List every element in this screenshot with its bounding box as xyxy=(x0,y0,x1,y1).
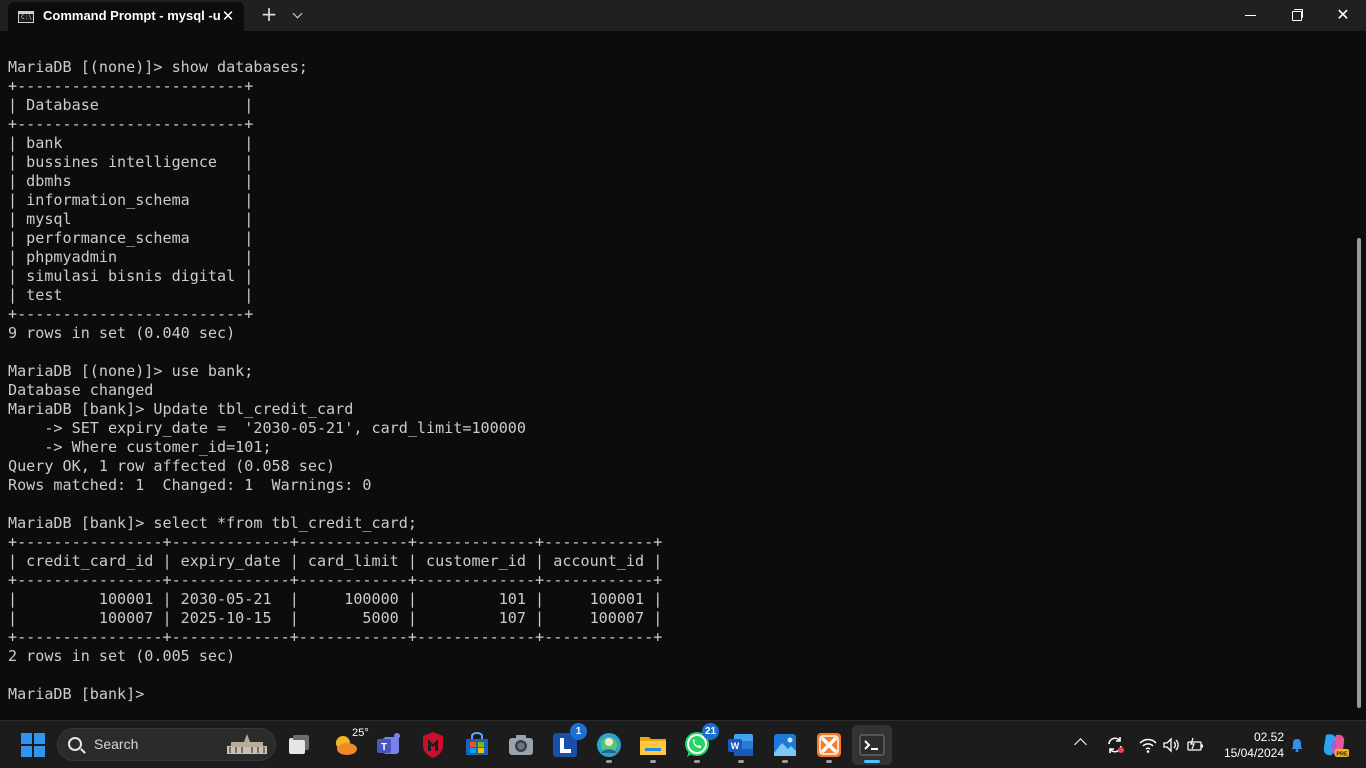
word-icon[interactable]: W xyxy=(725,729,757,761)
terminal-line: -> SET expiry_date = '2030-05-21', card_… xyxy=(8,419,526,437)
tab-dropdown-button[interactable] xyxy=(288,5,308,25)
terminal-line: MariaDB [bank]> xyxy=(8,685,154,703)
tab-title: Command Prompt - mysql -u xyxy=(43,8,221,23)
terminal-line: | credit_card_id | expiry_date | card_li… xyxy=(8,552,663,570)
launcher-l-icon[interactable]: 1 xyxy=(549,723,587,761)
terminal-line: | dbmhs | xyxy=(8,172,254,190)
svg-text:T: T xyxy=(381,742,387,753)
title-bar: C:\ Command Prompt - mysql -u ✕ + ✕ xyxy=(0,0,1366,31)
terminal-line: MariaDB [bank]> select *from tbl_credit_… xyxy=(8,514,417,532)
terminal-running-indicator xyxy=(864,760,880,763)
terminal-line: | information_schema | xyxy=(8,191,254,209)
weather-icon[interactable]: 25° xyxy=(329,727,369,761)
minimize-button[interactable] xyxy=(1228,0,1274,31)
edge-running-indicator xyxy=(606,760,612,763)
taskbar: Search 25° T 1 21 W 02.52 15/04/2024 PRE xyxy=(0,720,1366,768)
new-tab-button[interactable]: + xyxy=(258,4,280,26)
terminal-scrollbar[interactable] xyxy=(1357,238,1361,708)
search-highlight-image xyxy=(223,732,271,758)
terminal-line: Rows matched: 1 Changed: 1 Warnings: 0 xyxy=(8,476,372,494)
mcafee-icon[interactable] xyxy=(417,729,449,761)
terminal-line: | bank | xyxy=(8,134,254,152)
edge-profile-icon[interactable] xyxy=(593,729,625,761)
volume-icon[interactable] xyxy=(1161,735,1181,755)
sync-icon[interactable] xyxy=(1105,735,1125,755)
whatsapp-badge: 21 xyxy=(702,723,719,740)
terminal-line: MariaDB [(none)]> use bank; xyxy=(8,362,254,380)
terminal-line: | phpmyadmin | xyxy=(8,248,254,266)
terminal-line: | test | xyxy=(8,286,254,304)
terminal-line: | Database | xyxy=(8,96,254,114)
terminal-line: | 100001 | 2030-05-21 | 100000 | 101 | 1… xyxy=(8,590,663,608)
launcher-badge: 1 xyxy=(570,723,587,740)
camera-icon[interactable] xyxy=(505,729,537,761)
copilot-icon[interactable]: PRE xyxy=(1318,729,1350,761)
photos-icon[interactable] xyxy=(769,729,801,761)
battery-icon[interactable] xyxy=(1185,735,1205,755)
terminal-line: | bussines intelligence | xyxy=(8,153,254,171)
photos-running-indicator xyxy=(782,760,788,763)
svg-text:PRE: PRE xyxy=(1336,752,1348,758)
svg-text:W: W xyxy=(731,741,740,751)
terminal-line: 2 rows in set (0.005 sec) xyxy=(8,647,236,665)
terminal-line: +-------------------------+ xyxy=(8,115,254,133)
tab-close-button[interactable]: ✕ xyxy=(219,7,237,25)
terminal-line: Query OK, 1 row affected (0.058 sec) xyxy=(8,457,336,475)
terminal-line: +----------------+-------------+--------… xyxy=(8,628,663,646)
terminal-line: +----------------+-------------+--------… xyxy=(8,571,663,589)
clock-time: 02.52 xyxy=(1253,730,1284,744)
cmd-icon: C:\ xyxy=(18,11,34,23)
terminal-icon[interactable] xyxy=(856,729,888,761)
store-icon[interactable] xyxy=(461,729,493,761)
file-explorer-icon[interactable] xyxy=(637,729,669,761)
terminal-output[interactable]: MariaDB [(none)]> show databases; +------… xyxy=(0,31,1366,720)
whatsapp-icon[interactable]: 21 xyxy=(681,723,719,761)
terminal-line: 9 rows in set (0.040 sec) xyxy=(8,324,236,342)
wifi-icon[interactable] xyxy=(1138,735,1158,755)
close-window-button[interactable]: ✕ xyxy=(1320,0,1366,31)
notification-bell-icon[interactable] xyxy=(1290,737,1304,752)
terminal-line: Database changed xyxy=(8,381,154,399)
explorer-running-indicator xyxy=(650,760,656,763)
weather-temp: 25° xyxy=(352,727,369,739)
search-box[interactable]: Search xyxy=(57,728,276,761)
terminal-line: MariaDB [bank]> Update tbl_credit_card xyxy=(8,400,354,418)
task-view-icon[interactable] xyxy=(283,729,315,761)
terminal-line: | performance_schema | xyxy=(8,229,254,247)
whatsapp-running-indicator xyxy=(694,760,700,763)
clock-date: 15/04/2024 xyxy=(1223,746,1284,760)
show-hidden-icons-button[interactable] xyxy=(1074,738,1087,751)
terminal-line: -> Where customer_id=101; xyxy=(8,438,272,456)
terminal-line: +-------------------------+ xyxy=(8,305,254,323)
restore-button[interactable] xyxy=(1274,0,1320,31)
terminal-lines: MariaDB [(none)]> show databases; +------… xyxy=(8,58,662,704)
terminal-line: | mysql | xyxy=(8,210,254,228)
terminal-line: | simulasi bisnis digital | xyxy=(8,267,254,285)
search-label: Search xyxy=(94,736,139,752)
terminal-line: +----------------+-------------+--------… xyxy=(8,533,663,551)
terminal-line: | 100007 | 2025-10-15 | 5000 | 107 | 100… xyxy=(8,609,663,627)
tab-command-prompt[interactable]: C:\ Command Prompt - mysql -u ✕ xyxy=(8,2,244,31)
word-running-indicator xyxy=(738,760,744,763)
xampp-icon[interactable] xyxy=(813,729,845,761)
clock[interactable]: 02.52 15/04/2024 xyxy=(1206,729,1284,761)
teams-icon[interactable]: T xyxy=(373,729,405,761)
search-icon xyxy=(68,737,82,751)
terminal-line: MariaDB [(none)]> show databases; xyxy=(8,58,308,76)
xampp-running-indicator xyxy=(826,760,832,763)
windows-start-icon[interactable] xyxy=(21,733,45,757)
terminal-line: +-------------------------+ xyxy=(8,77,254,95)
